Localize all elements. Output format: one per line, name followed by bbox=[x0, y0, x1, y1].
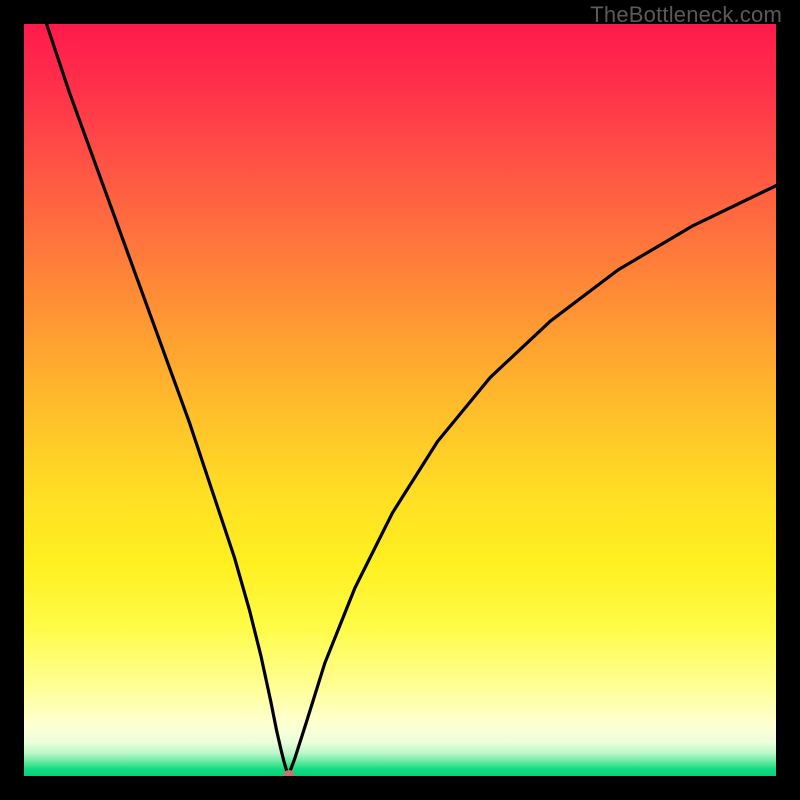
watermark-text: TheBottleneck.com bbox=[590, 2, 782, 28]
bottleneck-curve bbox=[24, 24, 776, 776]
chart-frame: TheBottleneck.com bbox=[0, 0, 800, 800]
plot-area bbox=[24, 24, 776, 776]
cusp-marker bbox=[283, 770, 295, 776]
